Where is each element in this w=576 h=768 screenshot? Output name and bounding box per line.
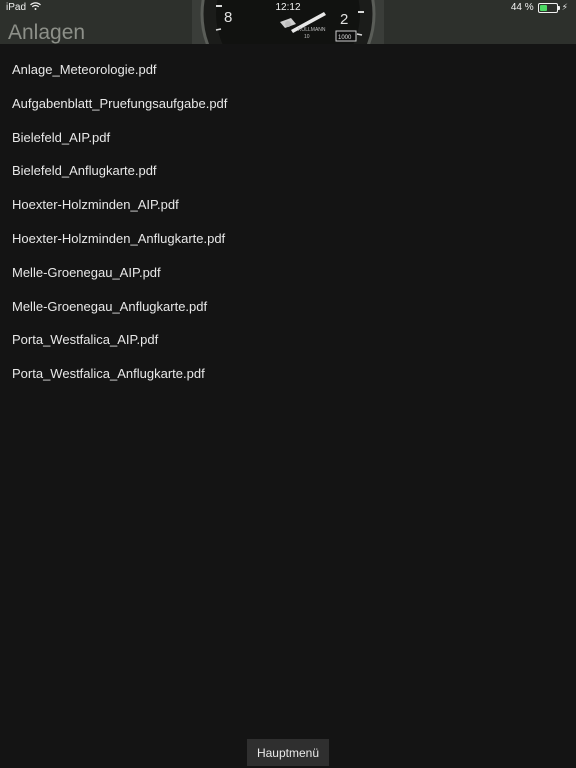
gauge-counter: 1000 xyxy=(338,35,352,41)
gauge-small-number: 10 xyxy=(304,34,310,40)
file-list-item[interactable]: Porta_Westfalica_AIP.pdf xyxy=(0,323,576,357)
file-list-item[interactable]: Hoexter-Holzminden_Anflugkarte.pdf xyxy=(0,222,576,256)
file-list-item[interactable]: Bielefeld_AIP.pdf xyxy=(0,121,576,155)
file-list-item[interactable]: Aufgabenblatt_Pruefungsaufgabe.pdf xyxy=(0,87,576,121)
gauge-brand: KOLLMANN xyxy=(298,27,326,33)
status-time: 12:12 xyxy=(275,2,301,13)
file-list-item[interactable]: Bielefeld_Anflugkarte.pdf xyxy=(0,154,576,188)
charging-bolt-icon: ⚡︎ xyxy=(561,2,568,12)
file-list-item[interactable]: Melle-Groenegau_AIP.pdf xyxy=(0,256,576,290)
file-list-item[interactable]: Porta_Westfalica_Anflugkarte.pdf xyxy=(0,357,576,391)
file-list-item[interactable]: Melle-Groenegau_Anflugkarte.pdf xyxy=(0,290,576,324)
battery-percent: 44 % xyxy=(510,2,534,13)
file-list-item[interactable]: Hoexter-Holzminden_AIP.pdf xyxy=(0,188,576,222)
header-bar: 8 2 KOLLMANN 10 1000 iPad 12:12 44 % ⚡︎ … xyxy=(0,0,576,44)
file-list-item[interactable]: Anlage_Meteorologie.pdf xyxy=(0,53,576,87)
battery-icon xyxy=(537,2,560,13)
main-menu-button[interactable]: Hauptmenü xyxy=(247,739,329,766)
file-list: Anlage_Meteorologie.pdf Aufgabenblatt_Pr… xyxy=(0,53,576,391)
page-title: Anlagen xyxy=(8,21,86,44)
status-bar: iPad 12:12 44 % ⚡︎ xyxy=(0,0,576,16)
